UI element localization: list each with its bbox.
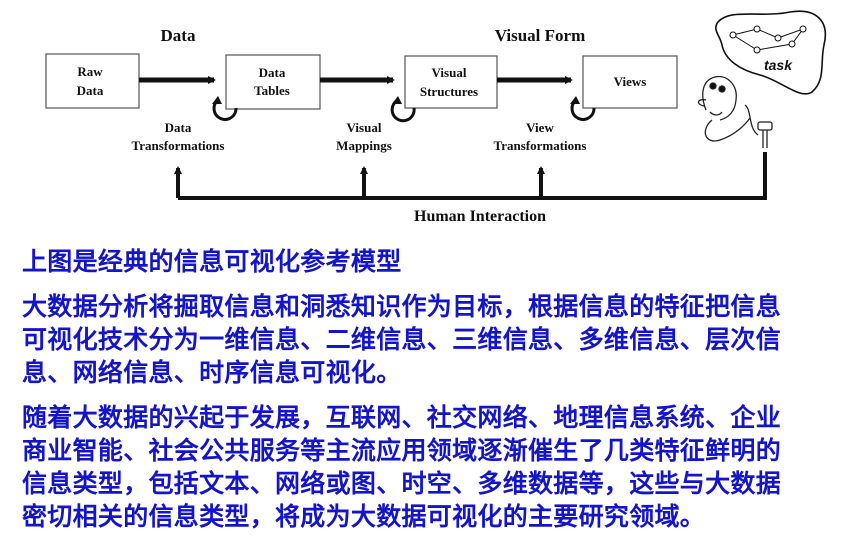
- human-interaction-label: Human Interaction: [414, 208, 546, 225]
- paragraph-visualization-types: 大数据分析将掘取信息和洞悉知识作为目标，根据信息的特征把信息 可视化技术分为一维…: [22, 290, 781, 389]
- box-data-tables: Data Tables: [225, 54, 321, 110]
- svg-text:Structures: Structures: [420, 84, 478, 99]
- reference-model-diagram: Data Visual Form Raw Data Data Tables Vi…: [45, 10, 827, 225]
- label-visual-mappings: Visual Mappings: [336, 120, 392, 153]
- svg-text:Mappings: Mappings: [336, 138, 392, 153]
- svg-text:Data: Data: [259, 65, 286, 80]
- svg-text:Data: Data: [165, 120, 192, 135]
- svg-text:Visual: Visual: [347, 120, 382, 135]
- stage-title-visual-form: Visual Form: [495, 26, 586, 45]
- svg-text:View: View: [526, 120, 554, 135]
- paragraph-line: 信息类型，包括文本、网络或图、时空、多维数据等，这些与大数据: [22, 469, 782, 498]
- paragraph-line: 商业智能、社会公共服务等主流应用领域逐渐催生了几类特征鲜明的: [22, 436, 782, 465]
- box-raw-data: Raw Data: [45, 53, 140, 109]
- human-interaction-feedback: [174, 152, 767, 200]
- label-data-transformations: Data Transformations: [132, 120, 225, 153]
- paragraph-line: 随着大数据的兴起于发展，互联网、社交网络、地理信息系统、企业: [22, 403, 782, 432]
- paragraph-line: 息、网络信息、时序信息可视化。: [22, 358, 402, 387]
- label-view-transformations: View Transformations: [494, 120, 587, 153]
- svg-text:Transformations: Transformations: [494, 138, 587, 153]
- task-thought-bubble: task: [715, 10, 827, 95]
- svg-text:Views: Views: [614, 74, 647, 89]
- paragraph-line: 大数据分析将掘取信息和洞悉知识作为目标，根据信息的特征把信息: [22, 292, 782, 321]
- box-visual-structures: Visual Structures: [404, 55, 498, 109]
- svg-text:Tables: Tables: [254, 83, 290, 98]
- svg-text:Data: Data: [77, 83, 104, 98]
- svg-text:Raw: Raw: [77, 64, 103, 79]
- svg-text:Visual: Visual: [432, 65, 467, 80]
- svg-text:task: task: [764, 57, 793, 73]
- user-figure-icon: [697, 75, 773, 148]
- stage-title-data: Data: [161, 26, 196, 45]
- box-views: Views: [582, 55, 678, 109]
- paragraph-line: 可视化技术分为一维信息、二维信息、三维信息、多维信息、层次信: [22, 325, 782, 354]
- paragraph-line: 密切相关的信息类型，将成为大数据可视化的主要研究领域。: [22, 502, 706, 531]
- svg-text:Transformations: Transformations: [132, 138, 225, 153]
- paragraph-big-data-info-types: 随着大数据的兴起于发展，互联网、社交网络、地理信息系统、企业 商业智能、社会公共…: [22, 401, 781, 533]
- caption-text: 上图是经典的信息可视化参考模型: [22, 247, 402, 276]
